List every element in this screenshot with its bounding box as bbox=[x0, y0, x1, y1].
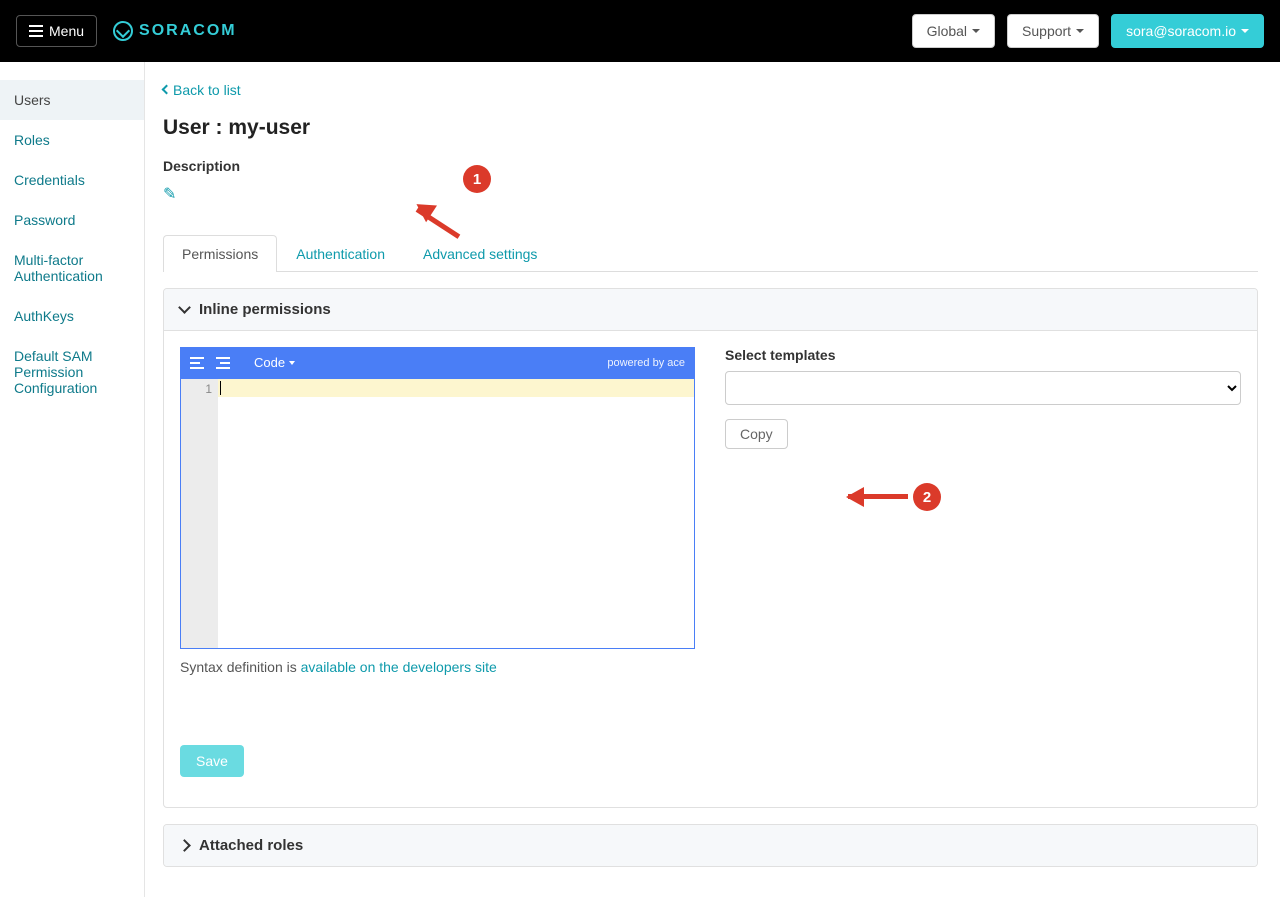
editor-gutter: 1 bbox=[181, 379, 218, 648]
caret-down-icon bbox=[289, 361, 295, 365]
account-dropdown[interactable]: sora@soracom.io bbox=[1111, 14, 1264, 48]
page-title: User : my-user bbox=[163, 116, 1258, 140]
account-label: sora@soracom.io bbox=[1126, 23, 1236, 39]
editor-content[interactable] bbox=[218, 379, 694, 648]
chevron-left-icon bbox=[162, 85, 172, 95]
topbar: Menu SORACOM Global Support sora@soracom… bbox=[0, 0, 1280, 62]
description-label: Description bbox=[163, 158, 1258, 174]
support-label: Support bbox=[1022, 23, 1071, 39]
inline-permissions-header[interactable]: Inline permissions bbox=[164, 289, 1257, 331]
sidebar-item-label: Credentials bbox=[14, 172, 85, 188]
copy-button[interactable]: Copy bbox=[725, 419, 788, 449]
code-dropdown[interactable]: Code bbox=[254, 355, 295, 370]
select-templates-label: Select templates bbox=[725, 347, 1241, 363]
inline-permissions-panel: Inline permissions Code powered by bbox=[163, 288, 1258, 808]
sidebar-item-label: Password bbox=[14, 212, 75, 228]
sidebar-item-credentials[interactable]: Credentials bbox=[0, 160, 144, 200]
topbar-left: Menu SORACOM bbox=[16, 15, 237, 47]
inline-permissions-body: Code powered by ace 1 bbox=[164, 331, 1257, 807]
sidebar: Users Roles Credentials Password Multi-f… bbox=[0, 62, 145, 897]
syntax-note: Syntax definition is available on the de… bbox=[180, 659, 695, 675]
brand-logo-icon bbox=[113, 21, 133, 41]
indent-left-icon[interactable] bbox=[190, 357, 204, 369]
sidebar-item-label: Roles bbox=[14, 132, 50, 148]
sidebar-item-password[interactable]: Password bbox=[0, 200, 144, 240]
sidebar-item-label: Default SAM Permission Configuration bbox=[14, 348, 97, 396]
code-label: Code bbox=[254, 355, 285, 370]
annotation-arrow-1 bbox=[417, 207, 467, 212]
menu-label: Menu bbox=[49, 23, 84, 39]
editor-toolbar: Code powered by ace bbox=[180, 347, 695, 379]
syntax-note-link[interactable]: available on the developers site bbox=[301, 659, 497, 675]
menu-button[interactable]: Menu bbox=[16, 15, 97, 47]
tab-authentication[interactable]: Authentication bbox=[277, 235, 404, 272]
panel-title: Inline permissions bbox=[199, 301, 331, 318]
content: Back to list User : my-user Description … bbox=[145, 62, 1280, 897]
indent-right-icon[interactable] bbox=[216, 357, 230, 369]
sidebar-item-label: AuthKeys bbox=[14, 308, 74, 324]
caret-down-icon bbox=[1076, 29, 1084, 33]
chevron-down-icon bbox=[178, 301, 191, 314]
sidebar-item-label: Multi-factor Authentication bbox=[14, 252, 103, 284]
template-select[interactable] bbox=[725, 371, 1241, 405]
annotation-badge-1: 1 bbox=[463, 165, 491, 193]
attached-roles-header[interactable]: Attached roles bbox=[164, 825, 1257, 866]
sidebar-item-mfa[interactable]: Multi-factor Authentication bbox=[0, 240, 144, 296]
powered-by-ace: powered by ace bbox=[607, 357, 685, 369]
hamburger-icon bbox=[29, 25, 43, 37]
global-dropdown[interactable]: Global bbox=[912, 14, 995, 48]
support-dropdown[interactable]: Support bbox=[1007, 14, 1099, 48]
tab-label: Permissions bbox=[182, 246, 258, 262]
global-label: Global bbox=[927, 23, 967, 39]
back-link-text: Back to list bbox=[173, 82, 241, 98]
brand[interactable]: SORACOM bbox=[113, 21, 237, 41]
topbar-right: Global Support sora@soracom.io bbox=[912, 14, 1264, 48]
template-column: Select templates Copy bbox=[725, 347, 1241, 777]
tab-permissions[interactable]: Permissions bbox=[163, 235, 277, 272]
syntax-note-prefix: Syntax definition is bbox=[180, 659, 301, 675]
sidebar-item-default-sam[interactable]: Default SAM Permission Configuration bbox=[0, 336, 144, 408]
caret-down-icon bbox=[972, 29, 980, 33]
back-to-list-link[interactable]: Back to list bbox=[163, 82, 241, 98]
sidebar-item-label: Users bbox=[14, 92, 51, 108]
sidebar-item-authkeys[interactable]: AuthKeys bbox=[0, 296, 144, 336]
annotation-badge-2: 2 bbox=[913, 483, 941, 511]
annotation-arrow-2 bbox=[848, 494, 908, 499]
tab-label: Advanced settings bbox=[423, 246, 537, 262]
chevron-right-icon bbox=[178, 839, 191, 852]
editor-active-line bbox=[218, 379, 694, 397]
attached-roles-panel: Attached roles bbox=[163, 824, 1258, 867]
code-editor[interactable]: 1 bbox=[180, 379, 695, 649]
layout: Users Roles Credentials Password Multi-f… bbox=[0, 62, 1280, 897]
brand-text: SORACOM bbox=[139, 22, 237, 40]
edit-description-icon[interactable]: ✎ bbox=[163, 184, 176, 204]
panel-title: Attached roles bbox=[199, 837, 303, 854]
tabs: Permissions Authentication Advanced sett… bbox=[163, 234, 1258, 272]
tab-advanced-settings[interactable]: Advanced settings bbox=[404, 235, 556, 272]
save-button[interactable]: Save bbox=[180, 745, 244, 777]
tab-label: Authentication bbox=[296, 246, 385, 262]
sidebar-item-roles[interactable]: Roles bbox=[0, 120, 144, 160]
caret-down-icon bbox=[1241, 29, 1249, 33]
gutter-line-number: 1 bbox=[181, 382, 212, 396]
sidebar-item-users[interactable]: Users bbox=[0, 80, 144, 120]
editor-block: Code powered by ace 1 bbox=[180, 347, 695, 777]
